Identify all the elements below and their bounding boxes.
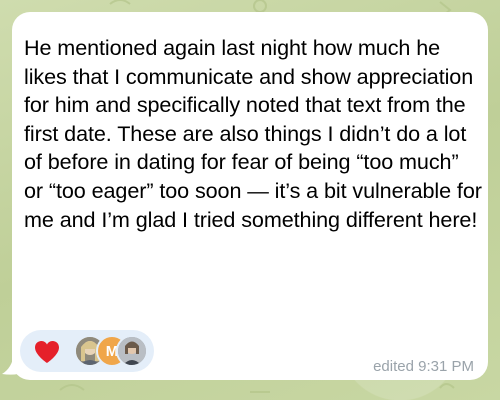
reactions-pill[interactable]: M: [20, 330, 154, 372]
message-timestamp: edited 9:31 PM: [373, 358, 474, 375]
message-bubble[interactable]: He mentioned again last night how much h…: [12, 12, 488, 380]
reactor-avatar[interactable]: [116, 335, 148, 367]
message-text: He mentioned again last night how much h…: [24, 35, 482, 232]
photo-avatar-icon: [118, 337, 146, 365]
heart-icon: [35, 341, 59, 363]
